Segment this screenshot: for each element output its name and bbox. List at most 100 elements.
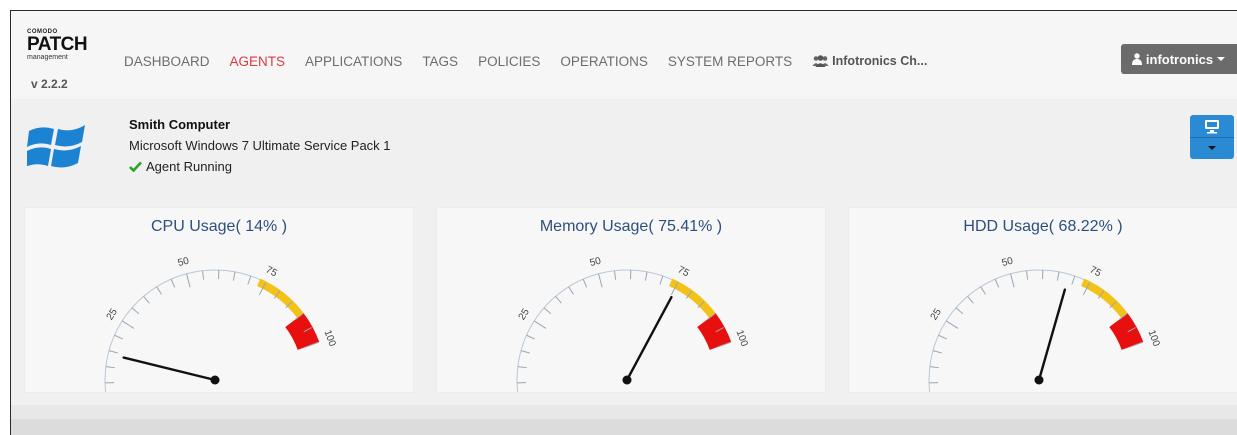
user-menu-button[interactable]: infotronics <box>1121 44 1237 74</box>
nav-agents[interactable]: AGENTS <box>230 54 286 69</box>
bottom-section-shade <box>11 419 1237 435</box>
gauge-scale-label: 75 <box>676 264 691 279</box>
nav-operations[interactable]: OPERATIONS <box>560 54 648 69</box>
gauge-minor-tick <box>248 276 251 285</box>
user-menu-label: infotronics <box>1146 52 1213 67</box>
hdd-usage-gauge: 0255075100 <box>849 238 1237 392</box>
gauge-major-tick <box>1011 274 1015 288</box>
gauge-minor-tick <box>115 335 123 339</box>
device-actions-button[interactable] <box>1190 115 1234 159</box>
gauge-scale-label: 75 <box>264 264 279 279</box>
gauge-needle-hub <box>1035 376 1044 385</box>
users-icon <box>812 55 829 67</box>
gauge-minor-tick <box>203 271 204 280</box>
cpu-usage-title: CPU Usage( 14% ) <box>25 218 413 236</box>
nav-organization-label: Infotronics Ch... <box>832 54 927 68</box>
gauge-warning-band <box>669 279 716 318</box>
memory-usage-gauge: 0255075100 <box>437 238 825 392</box>
hdd-usage-title: HDD Usage( 68.22% ) <box>849 218 1237 236</box>
memory-usage-gauge-card: Memory Usage( 75.41% ) 0255075100 <box>436 207 826 393</box>
nav-dashboard[interactable]: DASHBOARD <box>124 54 210 69</box>
nav-applications[interactable]: APPLICATIONS <box>305 54 402 69</box>
gauge-needle <box>124 358 215 380</box>
gauge-arc <box>105 270 318 392</box>
nav-policies[interactable]: POLICIES <box>478 54 540 69</box>
agent-status-label: Agent Running <box>146 159 232 174</box>
main-nav: DASHBOARD AGENTS APPLICATIONS TAGS POLIC… <box>124 51 927 71</box>
gauge-minor-tick <box>933 351 942 353</box>
gauge-minor-tick <box>939 335 947 339</box>
gauge-minor-tick <box>144 296 150 303</box>
logo-brand-main: PATCH <box>27 36 107 54</box>
top-header: COMODO PATCH management v 2.2.2 DASHBOAR… <box>11 11 1237 99</box>
gauge-minor-tick <box>157 287 162 295</box>
gauge-minor-tick <box>645 272 647 281</box>
gauge-minor-tick <box>544 308 551 314</box>
cpu-usage-gauge: 0255075100 <box>25 238 413 392</box>
caret-down-icon <box>1190 137 1234 159</box>
gauge-needle-hub <box>623 376 632 385</box>
agent-details-panel: Smith Computer Microsoft Windows 7 Ultim… <box>11 99 1237 435</box>
gauge-needle-hub <box>211 376 220 385</box>
gauge-needle <box>1039 290 1065 380</box>
gauge-minor-tick <box>569 287 574 295</box>
gauge-minor-tick <box>930 367 939 368</box>
gauge-minor-tick <box>106 367 115 368</box>
gauge-scale-label: 100 <box>1145 329 1161 349</box>
agent-name: Smith Computer <box>129 117 230 132</box>
comodo-patch-logo[interactable]: COMODO PATCH management <box>27 29 107 62</box>
gauge-arc <box>517 270 730 392</box>
gauge-scale-label: 25 <box>929 307 944 323</box>
gauge-minor-tick <box>981 287 986 295</box>
user-icon <box>1132 53 1142 65</box>
gauge-minor-tick <box>171 279 175 287</box>
gauge-major-tick <box>599 274 603 288</box>
gauge-scale-label: 50 <box>177 255 191 269</box>
agent-os: Microsoft Windows 7 Ultimate Service Pac… <box>129 138 391 153</box>
gauge-minor-tick <box>615 271 616 280</box>
gauge-minor-tick <box>518 367 527 368</box>
gauge-minor-tick <box>995 279 999 287</box>
gauge-minor-tick <box>556 296 562 303</box>
hdd-usage-gauge-card: HDD Usage( 68.22% ) 0255075100 <box>848 207 1237 393</box>
gauge-major-tick <box>946 321 958 329</box>
gauge-minor-tick <box>956 308 963 314</box>
gauge-major-tick <box>187 274 191 288</box>
app-version: v 2.2.2 <box>31 77 68 91</box>
gauge-minor-tick <box>109 351 118 353</box>
memory-usage-title: Memory Usage( 75.41% ) <box>437 218 825 236</box>
gauge-scale-label: 25 <box>517 307 532 323</box>
gauge-minor-tick <box>1072 276 1075 285</box>
agent-status: Agent Running <box>129 159 232 174</box>
caret-down-icon <box>1216 55 1226 63</box>
nav-system-reports[interactable]: SYSTEM REPORTS <box>668 54 792 69</box>
windows-logo-icon <box>27 121 89 176</box>
gauge-needle <box>627 297 671 380</box>
gauge-minor-tick <box>968 296 974 303</box>
gauge-scale-label: 100 <box>733 329 749 349</box>
logo-brand-sub: management <box>27 54 107 62</box>
bottom-section-edge <box>11 405 1237 435</box>
gauge-scale-label: 50 <box>589 255 603 269</box>
gauge-scale-label: 25 <box>105 307 120 323</box>
gauge-scale-label: 50 <box>1001 255 1015 269</box>
gauge-minor-tick <box>1027 271 1028 280</box>
gauge-minor-tick <box>521 351 530 353</box>
gauge-minor-tick <box>233 272 235 281</box>
gauge-minor-tick <box>132 308 139 314</box>
gauge-warning-band <box>1081 279 1128 318</box>
check-icon <box>129 161 142 172</box>
gauge-minor-tick <box>527 335 535 339</box>
cpu-usage-gauge-card: CPU Usage( 14% ) 0255075100 <box>24 207 414 393</box>
nav-organization[interactable]: Infotronics Ch... <box>812 54 927 68</box>
app-window: COMODO PATCH management v 2.2.2 DASHBOAR… <box>10 10 1237 435</box>
gauge-scale-label: 100 <box>321 329 337 349</box>
monitor-icon <box>1190 115 1234 137</box>
gauge-arc <box>929 270 1142 392</box>
gauge-major-tick <box>122 321 134 329</box>
nav-tags[interactable]: TAGS <box>422 54 458 69</box>
gauge-minor-tick <box>660 276 663 285</box>
gauge-scale-label: 75 <box>1088 264 1103 279</box>
gauge-major-tick <box>534 321 546 329</box>
gauge-minor-tick <box>583 279 587 287</box>
